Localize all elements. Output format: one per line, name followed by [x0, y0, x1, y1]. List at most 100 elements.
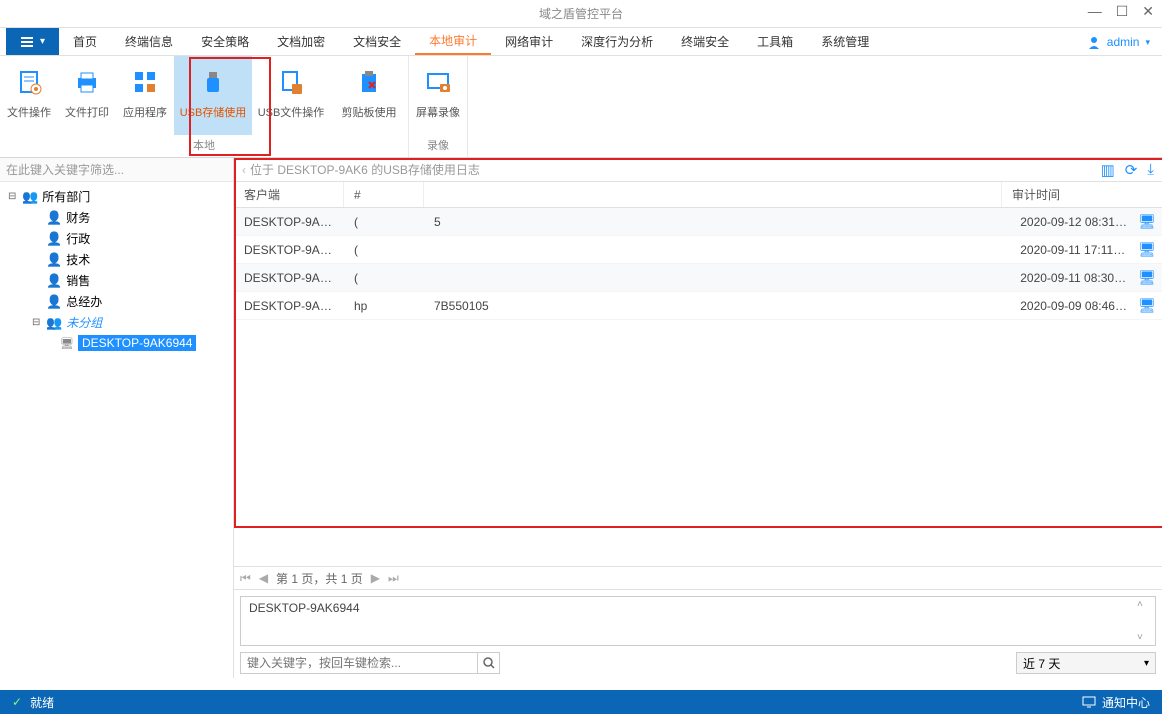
ribbon-label: 屏幕录像 — [416, 104, 460, 120]
content: 在此键入关键字筛选... ⊟ 👥 所有部门 👤财务👤行政👤技术👤销售👤总经办 ⊟… — [0, 158, 1162, 678]
maximize-icon[interactable]: ☐ — [1116, 4, 1129, 18]
col-client[interactable]: 客户端 — [234, 182, 344, 207]
file-icon — [13, 66, 45, 98]
people-icon: 👤 — [46, 294, 62, 310]
record-icon — [422, 66, 454, 98]
export-icon[interactable]: ⤓ — [1147, 161, 1154, 179]
ribbon: 文件操作文件打印应用程序USB存储使用USB文件操作剪贴板使用本地屏幕录像录像 — [0, 56, 1162, 158]
tree-dept-2[interactable]: 👤技术 — [0, 249, 233, 270]
user-name: admin — [1107, 35, 1140, 49]
window-title: 域之盾管控平台 — [539, 5, 623, 22]
scroll-down-icon[interactable]: ˅ — [1137, 632, 1153, 643]
detail-scrollbar[interactable]: ˄ ˅ — [1137, 599, 1153, 643]
col-spacer — [424, 182, 1002, 207]
ribbon-label: USB文件操作 — [258, 104, 325, 120]
menu-item-3[interactable]: 文档加密 — [263, 28, 339, 55]
search-input[interactable] — [241, 656, 477, 670]
row-monitor-icon[interactable]: 🖥 — [1138, 297, 1162, 314]
window-controls: — ☐ ✕ — [1088, 4, 1154, 18]
user-icon — [1087, 35, 1101, 49]
notify-label: 通知中心 — [1102, 694, 1150, 711]
menu-item-8[interactable]: 终端安全 — [667, 28, 743, 55]
notification-center[interactable]: 通知中心 — [1082, 694, 1150, 711]
sidebar: 在此键入关键字筛选... ⊟ 👥 所有部门 👤财务👤行政👤技术👤销售👤总经办 ⊟… — [0, 158, 234, 678]
row-monitor-icon[interactable]: 🖥 — [1138, 269, 1162, 286]
menu-item-1[interactable]: 终端信息 — [111, 28, 187, 55]
menu-item-10[interactable]: 系统管理 — [807, 28, 883, 55]
scroll-up-icon[interactable]: ˄ — [1137, 599, 1153, 610]
chevron-left-icon[interactable]: ‹ — [242, 163, 246, 177]
ribbon-item-record[interactable]: 屏幕录像 — [409, 56, 467, 135]
close-icon[interactable]: ✕ — [1142, 4, 1154, 18]
pager-first-icon[interactable]: ⏮ — [240, 571, 251, 586]
tree-ungrouped[interactable]: ⊟ 👥 未分组 — [0, 312, 233, 333]
row-monitor-icon[interactable]: 🖥 — [1138, 213, 1162, 230]
columns-icon[interactable]: ▥ — [1101, 161, 1115, 179]
col-time[interactable]: 审计时间 — [1002, 182, 1142, 207]
menubar: ▾ 首页终端信息安全策略文档加密文档安全本地审计网络审计深度行为分析终端安全工具… — [0, 28, 1162, 56]
menu-item-2[interactable]: 安全策略 — [187, 28, 263, 55]
ribbon-item-clipboard[interactable]: 剪贴板使用 — [330, 56, 408, 135]
cell-time: 2020-09-09 08:46:47 — [1010, 299, 1138, 313]
usbfile-icon — [275, 66, 307, 98]
tree-dept-3[interactable]: 👤销售 — [0, 270, 233, 291]
cell-col2: ( — [344, 243, 424, 257]
table-row[interactable]: DESKTOP-9AK...(52020-09-12 08:31:18🖥 — [234, 208, 1162, 236]
bottom-controls: 近 7 天 ▾ — [234, 652, 1162, 678]
status-ok-icon: ✓ — [12, 695, 22, 709]
menu-item-7[interactable]: 深度行为分析 — [567, 28, 667, 55]
usb-icon — [197, 66, 229, 98]
col-middle[interactable]: # — [344, 182, 424, 207]
people-icon: 👤 — [46, 273, 62, 289]
tree-selected-pc[interactable]: 🖥 DESKTOP-9AK6944 — [0, 333, 233, 353]
table-row[interactable]: DESKTOP-9AK...hp7B5501052020-09-09 08:46… — [234, 292, 1162, 320]
menu-item-5[interactable]: 本地审计 — [415, 28, 491, 55]
tree-root[interactable]: ⊟ 👥 所有部门 — [0, 186, 233, 207]
cell-time: 2020-09-11 17:11:24 — [1010, 243, 1138, 257]
ribbon-label: 文件打印 — [65, 104, 109, 120]
org-tree: ⊟ 👥 所有部门 👤财务👤行政👤技术👤销售👤总经办 ⊟ 👥 未分组 🖥 DESK… — [0, 182, 233, 678]
people-icon: 👤 — [46, 252, 62, 268]
ribbon-group-label: 本地 — [0, 135, 408, 157]
minimize-icon[interactable]: — — [1088, 4, 1102, 18]
cell-time: 2020-09-12 08:31:18 — [1010, 215, 1138, 229]
user-menu[interactable]: admin ▾ — [1087, 28, 1150, 56]
menu-item-0[interactable]: 首页 — [59, 28, 111, 55]
pager-prev-icon[interactable]: ◀ — [259, 571, 268, 585]
cell-col2: ( — [344, 271, 424, 285]
detail-text: DESKTOP-9AK6944 — [249, 601, 360, 615]
status-text: 就绪 — [30, 694, 54, 711]
period-select[interactable]: 近 7 天 ▾ — [1016, 652, 1156, 674]
ribbon-item-usb[interactable]: USB存储使用 — [174, 56, 252, 135]
pager-text: 第 1 页，共 1 页 — [276, 570, 363, 587]
table-row[interactable]: DESKTOP-9AK...(2020-09-11 17:11:24🖥 — [234, 236, 1162, 264]
ribbon-item-usbfile[interactable]: USB文件操作 — [252, 56, 330, 135]
app-menu-button[interactable]: ▾ — [6, 28, 59, 55]
pager-last-icon[interactable]: ⏭ — [388, 571, 399, 586]
sidebar-filter[interactable]: 在此键入关键字筛选... — [0, 158, 233, 182]
table-header: 客户端 # 审计时间 — [234, 182, 1162, 208]
ribbon-item-file[interactable]: 文件操作 — [0, 56, 58, 135]
table-row[interactable]: DESKTOP-9AK...(2020-09-11 08:30:40🖥 — [234, 264, 1162, 292]
refresh-icon[interactable]: ⟳ — [1125, 161, 1138, 179]
tree-dept-1[interactable]: 👤行政 — [0, 228, 233, 249]
table-body: DESKTOP-9AK...(52020-09-12 08:31:18🖥DESK… — [234, 208, 1162, 387]
monitor-icon — [1082, 695, 1096, 709]
menu-item-9[interactable]: 工具箱 — [743, 28, 807, 55]
computer-icon: 🖥 — [60, 337, 74, 350]
search-button[interactable] — [477, 652, 499, 674]
row-monitor-icon[interactable]: 🖥 — [1138, 241, 1162, 258]
cell-time: 2020-09-11 08:30:40 — [1010, 271, 1138, 285]
cell-col3: 5 — [424, 215, 1010, 229]
tree-dept-4[interactable]: 👤总经办 — [0, 291, 233, 312]
ribbon-item-apps[interactable]: 应用程序 — [116, 56, 174, 135]
breadcrumb-text: 位于 DESKTOP-9AK6 的USB存储使用日志 — [250, 161, 480, 178]
ribbon-item-print[interactable]: 文件打印 — [58, 56, 116, 135]
pager-next-icon[interactable]: ▶ — [371, 571, 380, 585]
menu-item-6[interactable]: 网络审计 — [491, 28, 567, 55]
tree-dept-0[interactable]: 👤财务 — [0, 207, 233, 228]
ribbon-label: 应用程序 — [123, 104, 167, 120]
menu-item-4[interactable]: 文档安全 — [339, 28, 415, 55]
chevron-down-icon: ▾ — [1144, 658, 1149, 669]
cell-col2: hp — [344, 299, 424, 313]
